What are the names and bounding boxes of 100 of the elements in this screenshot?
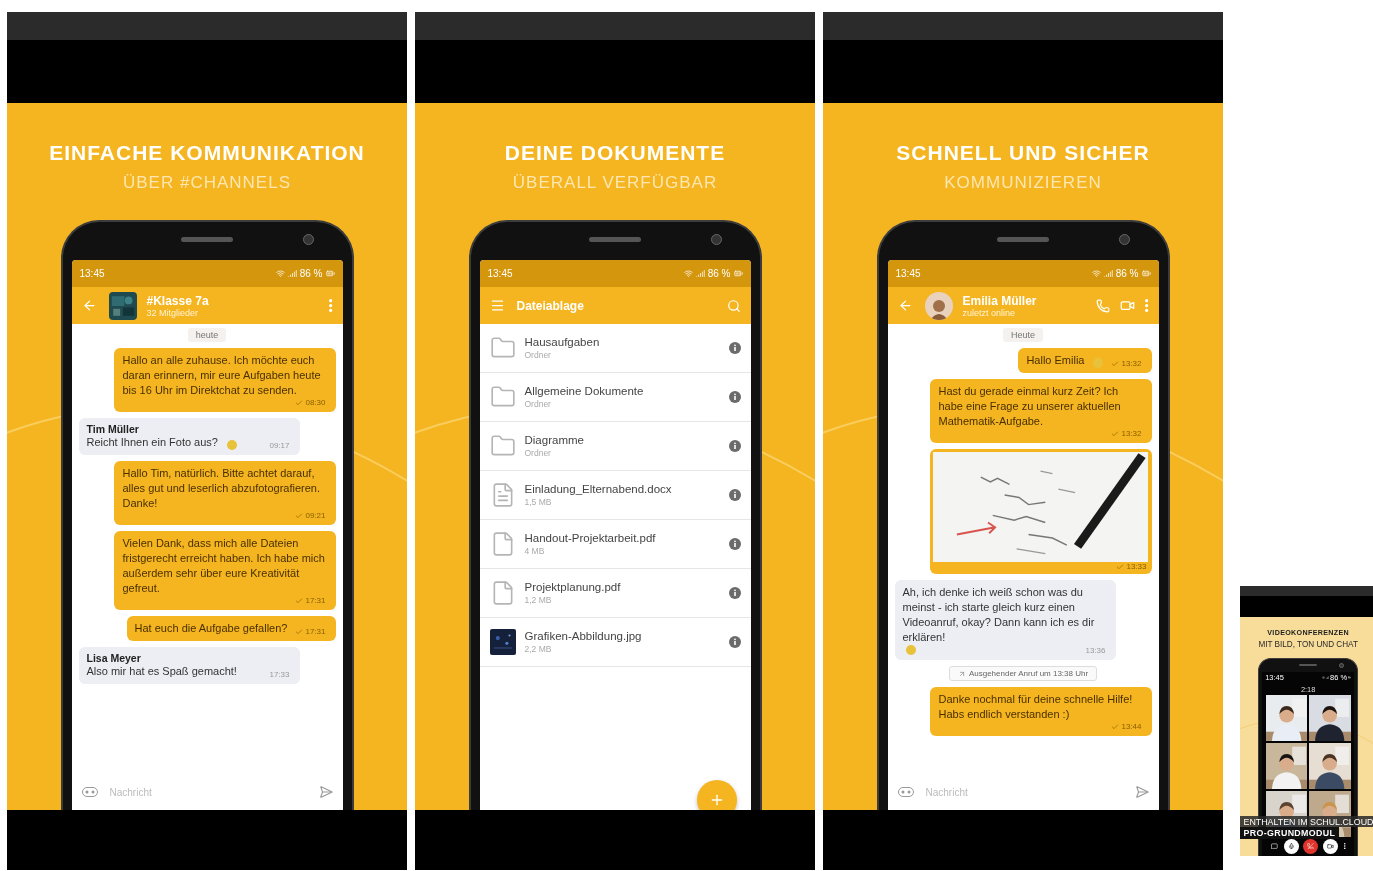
message-text: Vielen Dank, dass mich alle Dateien fristgerecht erreicht haben. Ich habe mich außerdem sehr über eure Kreativität gefreut. xyxy=(122,536,326,596)
signal-icon xyxy=(695,269,705,278)
battery-level: 86 % xyxy=(707,268,731,279)
info-icon[interactable] xyxy=(728,440,741,452)
wifi-icon xyxy=(683,269,693,278)
check-icon xyxy=(295,596,304,605)
info-icon[interactable] xyxy=(728,489,741,501)
camera-dot xyxy=(302,234,314,245)
check-icon xyxy=(295,511,304,520)
file-meta: 4 MB xyxy=(524,546,546,556)
file-name: Grafiken-Abbildung.jpg xyxy=(524,630,643,642)
message-time: 17:31 xyxy=(305,596,326,605)
file-meta: 2,2 MB xyxy=(524,644,553,654)
status-time: 13:45 xyxy=(79,268,105,279)
file-meta: Ordner xyxy=(524,350,552,360)
message-time: 13:36 xyxy=(1085,646,1106,655)
more-icon xyxy=(1145,299,1149,312)
file-row[interactable]: Allgemeine Dokumente Ordner xyxy=(479,373,751,422)
file-row[interactable]: Projektplanung.pdf 1,2 MB xyxy=(479,569,751,618)
sender-name: Lisa Meyer xyxy=(86,652,142,664)
avatar xyxy=(924,291,953,320)
file-meta: Ordner xyxy=(524,399,552,409)
message-time: 09:21 xyxy=(305,511,326,520)
more-icon xyxy=(329,299,333,312)
info-icon[interactable] xyxy=(728,538,741,550)
video-camera-icon xyxy=(1120,298,1136,313)
send-icon[interactable] xyxy=(1134,785,1149,799)
message-time: 09:17 xyxy=(269,441,290,450)
check-icon xyxy=(295,627,304,636)
info-icon[interactable] xyxy=(728,391,741,403)
wifi-icon xyxy=(275,269,285,278)
message-text: Reicht Ihnen ein Foto aus? xyxy=(86,435,218,450)
chat-title: #Klasse 7a xyxy=(146,293,210,308)
signal-icon xyxy=(1103,269,1113,278)
battery-level: 86 % xyxy=(1115,268,1139,279)
chat-title: Emilia Müller xyxy=(962,293,1038,308)
send-icon[interactable] xyxy=(318,785,333,799)
speaker-grille xyxy=(181,237,233,242)
slide-subtitle: KOMMUNIZIEREN xyxy=(944,173,1102,193)
message-time: 17:31 xyxy=(305,627,326,636)
info-icon[interactable] xyxy=(728,636,741,648)
outgoing-call-icon xyxy=(957,669,966,678)
file-name: Diagramme xyxy=(524,434,585,446)
message-text: Hallo Tim, natürlich. Bitte achtet darauf, alles gut und leserlich abzufotografieren. Danke! xyxy=(122,466,321,511)
message-text: Also mir hat es Spaß gemacht! xyxy=(86,664,237,679)
menu-icon xyxy=(489,298,505,313)
camera-dot xyxy=(1339,663,1345,669)
slide-subtitle: MIT BILD, TON UND CHAT xyxy=(1258,640,1358,650)
info-icon[interactable] xyxy=(728,342,741,354)
camera-dot xyxy=(710,234,722,245)
file-row[interactable]: Grafiken-Abbildung.jpg 2,2 MB xyxy=(479,618,751,667)
file-row[interactable]: Einladung_Elternabend.docx 1,5 MB xyxy=(479,471,751,520)
info-icon[interactable] xyxy=(728,587,741,599)
file-row[interactable]: Diagramme Ordner xyxy=(479,422,751,471)
more-button[interactable] xyxy=(1342,841,1347,851)
message-time: 08:30 xyxy=(305,398,326,407)
file-name: Allgemeine Dokumente xyxy=(524,385,645,397)
chat-subtitle: zuletzt online xyxy=(962,307,1017,318)
signal-icon xyxy=(287,269,297,278)
file-meta: Ordner xyxy=(524,448,552,458)
chat-title: Dateiablage xyxy=(516,298,585,313)
add-button[interactable] xyxy=(696,780,737,810)
check-icon xyxy=(1111,722,1120,731)
file-meta: 1,5 MB xyxy=(524,497,553,507)
date-label: heute xyxy=(187,328,227,342)
slide-title: SCHNELL UND SICHER xyxy=(896,141,1150,165)
file-row[interactable]: Handout-Projektarbeit.pdf 4 MB xyxy=(479,520,751,569)
speaker-grille xyxy=(589,237,641,242)
message-text: Hast du gerade einmal kurz Zeit? Ich habe eine Frage zu unserer aktuellen Mathematik-Aufgabe. xyxy=(938,384,1122,429)
message-text: Ah, ich denke ich weiß schon was du meinst - ich starte gleich kurz einen Videoanruf, okay? Dann kann ich es dir erklären! xyxy=(902,585,1096,645)
file-name: Projektplanung.pdf xyxy=(524,581,622,593)
battery-level: 86 % xyxy=(299,268,323,279)
slide-subtitle: ÜBERALL VERFÜGBAR xyxy=(512,173,718,193)
battery-icon xyxy=(325,269,335,278)
search-icon xyxy=(726,298,741,313)
file-name: Hausaufgaben xyxy=(524,336,601,348)
message-time: 17:33 xyxy=(269,670,290,679)
wifi-icon xyxy=(1091,269,1101,278)
status-time: 13:45 xyxy=(895,268,921,279)
chat-subtitle: 32 Mitglieder xyxy=(146,307,200,318)
phone-icon xyxy=(1096,298,1111,313)
battery-icon xyxy=(733,269,743,278)
file-meta: 1,2 MB xyxy=(524,595,553,605)
check-icon xyxy=(1111,359,1120,368)
message-input[interactable]: Nachricht xyxy=(923,785,1125,799)
message-text: Hallo Emilia xyxy=(1026,353,1085,368)
message-input[interactable]: Nachricht xyxy=(107,785,309,799)
file-row[interactable]: Hausaufgaben Ordner xyxy=(479,324,751,373)
sticker-icon[interactable] xyxy=(897,787,914,797)
slide-subtitle: ÜBER #CHANNELS xyxy=(123,173,291,193)
message-text: Hallo an alle zuhause. Ich möchte euch daran erinnern, mir eure Aufgaben heute bis 16 Uhr im Direktchat zu senden. xyxy=(122,353,322,398)
sticker-icon[interactable] xyxy=(81,787,98,797)
camera-dot xyxy=(1118,234,1130,245)
message-time: 13:44 xyxy=(1121,722,1142,731)
check-icon xyxy=(295,398,304,407)
slide-title: EINFACHE KOMMUNIKATION xyxy=(49,141,365,165)
message-text: Danke nochmal für deine schnelle Hilfe! Habs endlich verstanden :) xyxy=(938,692,1134,722)
file-name: Handout-Projektarbeit.pdf xyxy=(524,532,657,544)
speaker-grille xyxy=(1299,664,1317,667)
promo-label: PRO-GRUNDMODUL xyxy=(1240,827,1339,839)
